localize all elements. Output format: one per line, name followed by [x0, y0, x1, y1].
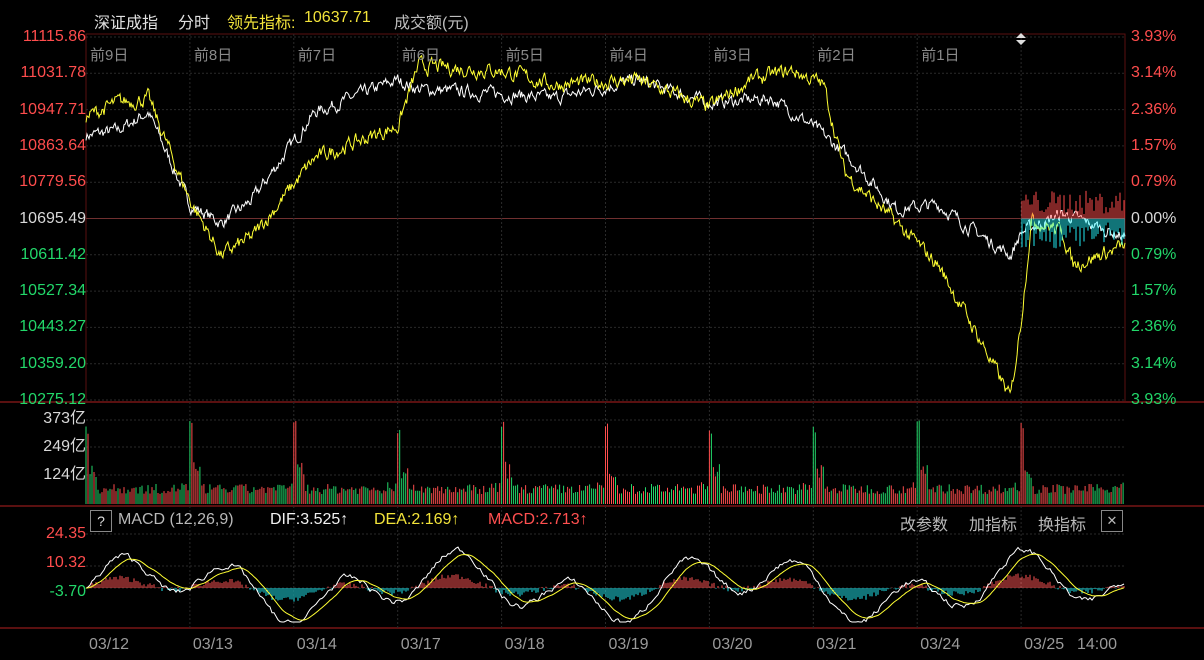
add-indicator-button[interactable]: 加指标 — [969, 511, 1017, 535]
date-label: 03/14 — [296, 636, 337, 653]
macd-name: MACD (12,26,9) — [118, 511, 234, 528]
day-label: 前2日 — [817, 47, 856, 64]
macd-tick-label: -3.70 — [49, 583, 86, 600]
day-label: 前3日 — [713, 47, 752, 64]
macd-dea: DEA:2.169↑ — [374, 511, 460, 528]
day-label: 前4日 — [609, 47, 648, 64]
price-tick-label: 10695.49 — [19, 209, 86, 227]
day-label: 前6日 — [401, 47, 441, 64]
date-label: 03/18 — [504, 636, 545, 653]
header-bar: 深证成指 分时 领先指标: 10637.71 成交额(元) — [0, 0, 1204, 34]
price-tick-label: 11031.78 — [20, 64, 86, 82]
leading-value: 10637.71 — [304, 9, 371, 26]
percent-tick-label: 1.57% — [1131, 136, 1177, 154]
day-label: 前1日 — [921, 47, 960, 64]
date-label: 03/19 — [608, 636, 649, 653]
price-tick-label: 10611.42 — [20, 245, 86, 263]
price-tick-label: 10359.20 — [19, 354, 86, 372]
volume-label: 成交额(元) — [394, 15, 469, 32]
date-label: 03/20 — [712, 636, 753, 653]
date-label: 03/24 — [920, 636, 961, 653]
percent-tick-label: 1.57% — [1131, 282, 1177, 300]
percent-tick-label: 2.36% — [1131, 100, 1177, 118]
price-tick-label: 10443.27 — [19, 318, 86, 336]
period-label[interactable]: 分时 — [178, 9, 210, 33]
date-label: 03/25 — [1024, 636, 1065, 653]
percent-tick-label: 0.79% — [1131, 173, 1177, 191]
date-label: 03/13 — [192, 636, 233, 653]
day-label: 前8日 — [193, 47, 233, 64]
day-label: 前5日 — [505, 47, 544, 64]
price-tick-label: 10527.34 — [19, 282, 86, 300]
percent-tick-label: 0.00% — [1131, 209, 1177, 227]
price-tick-label: 10947.71 — [19, 100, 86, 118]
percent-tick-label: 3.14% — [1131, 64, 1177, 82]
close-icon[interactable]: ✕ — [1101, 510, 1123, 532]
switch-indicator-button[interactable]: 换指标 — [1038, 511, 1086, 535]
date-label: 03/12 — [89, 636, 130, 653]
percent-tick-label: 0.79% — [1131, 245, 1177, 263]
percent-tick-label: 3.14% — [1131, 354, 1177, 372]
price-tick-label: 10863.64 — [19, 136, 86, 154]
date-label: 03/17 — [400, 636, 441, 653]
price-tick-label: 11115.86 — [22, 28, 86, 45]
chart-canvas[interactable] — [0, 0, 1204, 660]
macd-dif: DIF:3.525↑ — [270, 511, 349, 528]
macd-tick-label: 10.32 — [45, 554, 86, 571]
help-button[interactable]: ? — [90, 510, 112, 532]
price-tick-label: 10275.12 — [19, 391, 86, 408]
volume-tick-label: 249亿 — [43, 438, 86, 455]
percent-tick-label: 3.93% — [1131, 28, 1177, 45]
price-tick-label: 10779.56 — [19, 173, 86, 191]
day-label: 前9日 — [90, 47, 129, 64]
date-label: 14:00 — [1077, 636, 1118, 653]
volume-tick-label: 373亿 — [43, 410, 86, 427]
change-params-button[interactable]: 改参数 — [900, 511, 948, 535]
macd-tick-label: 24.35 — [45, 525, 86, 542]
macd-value: MACD:2.713↑ — [488, 511, 588, 528]
index-name[interactable]: 深证成指 — [94, 9, 158, 33]
percent-tick-label: 2.36% — [1131, 318, 1177, 336]
leading-label: 领先指标: — [227, 15, 296, 32]
date-label: 03/21 — [816, 636, 857, 653]
day-label: 前7日 — [297, 47, 337, 64]
volume-tick-label: 124亿 — [43, 466, 86, 483]
percent-tick-label: 3.93% — [1131, 391, 1177, 408]
